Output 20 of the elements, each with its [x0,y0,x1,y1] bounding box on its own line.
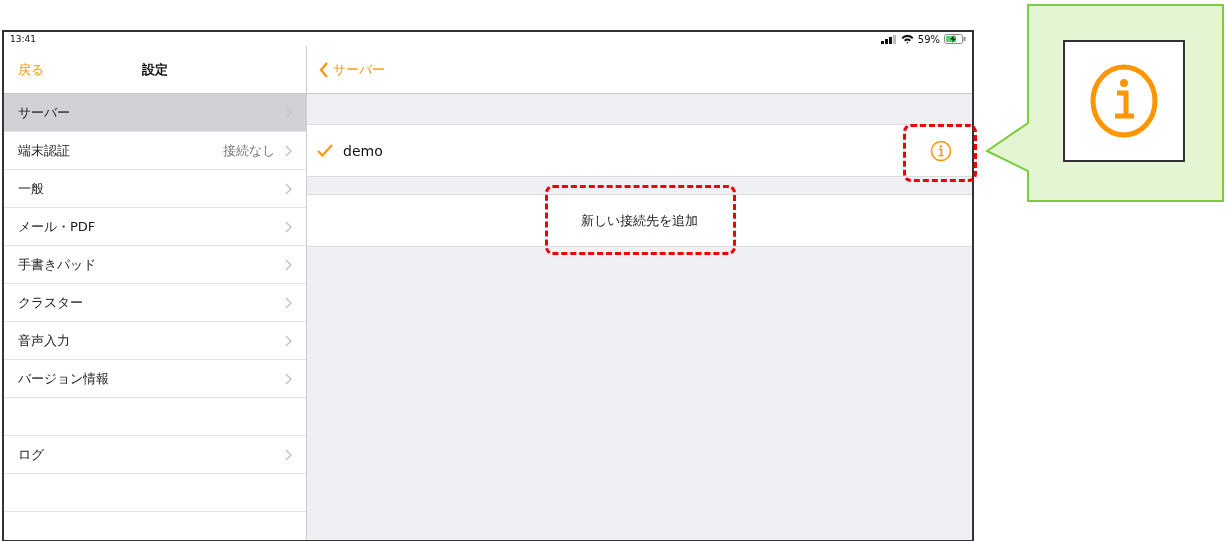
back-chevron-icon [319,61,329,78]
info-icon [1089,64,1159,138]
sidebar-title: 設定 [141,60,169,79]
wifi-icon [900,34,914,44]
chevron-icon [285,296,292,309]
status-time: 13:41 [10,34,36,44]
chevron-icon [285,182,292,195]
chevron-icon [285,220,292,233]
chevron-icon [285,258,292,271]
add-connection-button[interactable]: 新しい接続先を追加 [307,194,972,247]
info-icon[interactable] [930,139,952,162]
settings-item[interactable]: サーバー [4,94,306,132]
chevron-icon [285,372,292,385]
signal-icon [880,34,897,44]
chevron-icon [285,144,292,157]
chevron-icon [285,448,292,461]
battery-percent: 59% [917,33,940,45]
server-row[interactable]: demo [307,124,972,177]
chevron-icon [285,334,292,347]
battery-charging-icon [944,34,966,44]
